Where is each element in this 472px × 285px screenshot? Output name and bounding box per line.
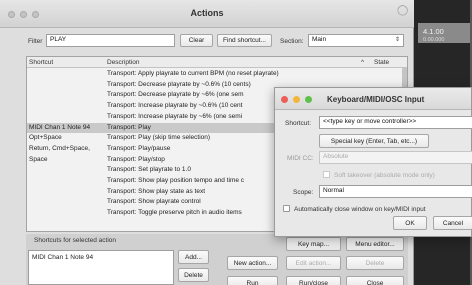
shortcuts-listbox[interactable]: MIDI Chan 1 Note 94 (28, 250, 174, 285)
shortcut-input[interactable]: <<type key or move controller>> (319, 116, 472, 129)
keyboard-midi-dialog: Keyboard/MIDI/OSC Input Shortcut: <<type… (274, 87, 472, 237)
row-description: Transport: Play/pause (107, 144, 171, 152)
dialog-titlebar: Keyboard/MIDI/OSC Input (275, 88, 471, 110)
special-key-button[interactable]: Special key (Enter, Tab, etc...) (319, 134, 429, 148)
sort-indicator-icon: ^ (361, 59, 365, 66)
dialog-zoom-button[interactable] (305, 96, 312, 103)
background-time-sub: 0.00.000 (423, 37, 445, 43)
row-shortcut: Space (29, 155, 48, 163)
state-column-header[interactable]: State (374, 59, 389, 66)
add-shortcut-button[interactable]: Add... (178, 250, 209, 264)
cancel-button[interactable]: Cancel (433, 216, 472, 230)
row-description: Transport: Play (skip time selection) (107, 134, 211, 142)
list-header: Shortcut Description ^ State (27, 57, 407, 68)
row-description: Transport: Increase playrate by ~0.6% (1… (107, 102, 243, 110)
midi-cc-label: MIDI CC: (287, 155, 314, 162)
row-description: Transport: Decrease playrate by ~0.6% (1… (107, 80, 251, 88)
shortcut-label: Shortcut: (285, 120, 312, 127)
run-close-button[interactable]: Run/close (286, 276, 341, 285)
shortcuts-for-label: Shortcuts for selected action (34, 237, 117, 244)
table-row[interactable]: Transport: Apply playrate to current BPM… (27, 69, 407, 80)
section-value: Main (312, 36, 327, 43)
scope-label: Scope: (293, 189, 314, 196)
key-map-button[interactable]: Key map... (286, 237, 341, 251)
filter-input[interactable]: PLAY (46, 34, 175, 47)
row-description: Transport: Show play position tempo and … (107, 177, 245, 184)
dialog-title: Keyboard/MIDI/OSC Input (327, 95, 425, 104)
background-time-value: 4.1.00 (423, 27, 444, 36)
shortcut-list-item[interactable]: MIDI Chan 1 Note 94 (32, 254, 93, 261)
menu-editor-button[interactable]: Menu editor... (346, 237, 404, 251)
row-description: Transport: Play/stop (107, 155, 165, 163)
new-action-button[interactable]: New action... (227, 256, 278, 270)
edit-action-button[interactable]: Edit action... (286, 256, 341, 270)
find-shortcut-button[interactable]: Find shortcut... (217, 34, 272, 47)
chevron-updown-icon: ⇕ (394, 37, 400, 43)
soft-takeover-checkbox[interactable] (323, 171, 330, 178)
shortcut-column-header[interactable]: Shortcut (29, 59, 53, 66)
row-shortcut: Opt+Space (29, 134, 62, 142)
row-description: Transport: Set playrate to 1.0 (107, 166, 191, 174)
clear-button[interactable]: Clear (180, 34, 213, 47)
row-description: Transport: Decrease playrate by ~6% (one… (107, 91, 244, 99)
filter-label: Filter (28, 38, 43, 45)
ok-button[interactable]: OK (393, 216, 427, 230)
row-shortcut: Return, Cmd+Space, (29, 144, 90, 152)
row-description: Transport: Apply playrate to current BPM… (107, 70, 279, 77)
description-column-header[interactable]: Description (107, 59, 140, 66)
midi-cc-select[interactable]: Absolute (319, 151, 472, 164)
section-label: Section: (280, 38, 304, 45)
delete-shortcut-button[interactable]: Delete (178, 268, 209, 282)
pin-icon[interactable]: ◯ (397, 5, 408, 16)
section-select[interactable]: Main ⇕ (308, 34, 404, 47)
delete-action-button[interactable]: Delete (346, 256, 404, 270)
row-description: Transport: Show play state as text (107, 187, 206, 195)
close-button[interactable]: Close (346, 276, 404, 285)
row-description: Transport: Increase playrate by ~6% (one… (107, 112, 243, 120)
row-description: Transport: Play (107, 123, 151, 131)
soft-takeover-label: Soft takeover (absolute mode only) (334, 172, 435, 179)
auto-close-checkbox[interactable] (283, 205, 290, 212)
dialog-minimize-button[interactable] (293, 96, 300, 103)
run-button[interactable]: Run (227, 276, 278, 285)
dialog-close-button[interactable] (281, 96, 288, 103)
row-description: Transport: Toggle preserve pitch in audi… (107, 209, 242, 217)
scope-select[interactable]: Normal (319, 185, 472, 198)
titlebar: Actions ◯ (0, 0, 414, 28)
auto-close-label: Automatically close window on key/MIDI i… (294, 206, 426, 213)
window-title: Actions (190, 8, 224, 18)
row-shortcut: MIDI Chan 1 Note 94 (29, 123, 91, 131)
row-description: Transport: Show playrate control (107, 198, 201, 206)
